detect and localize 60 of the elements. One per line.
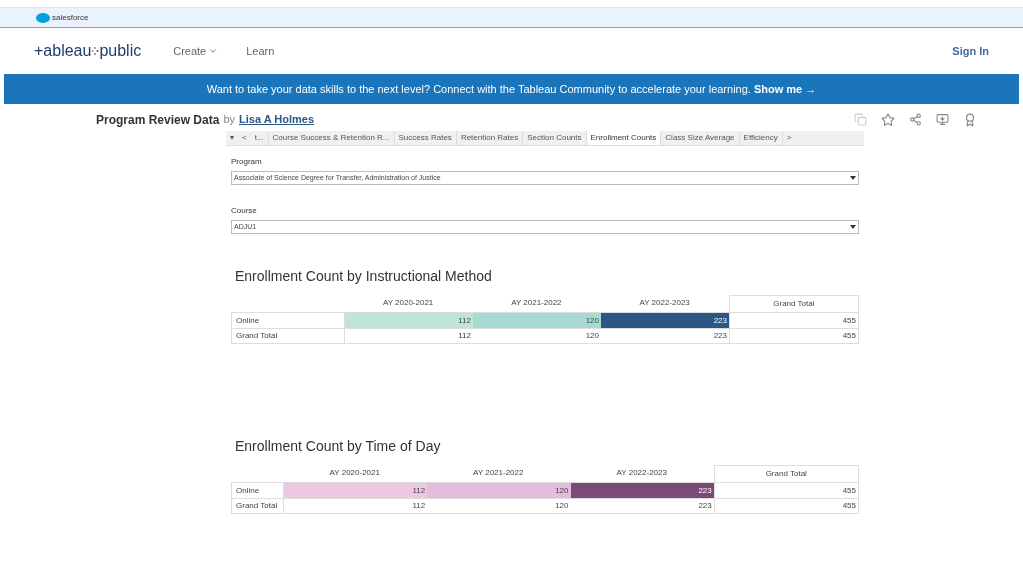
show-me-link[interactable]: Show me → [753,82,817,95]
column-header: AY 2020-2021 [381,297,435,309]
table-cell: 455 [729,313,858,328]
table-cell-text: 112 [457,330,472,342]
table-cell: 455 [713,499,858,513]
column-header: AY 2021-2022 [472,467,525,479]
award-icon[interactable] [963,112,977,127]
sheet-tab[interactable]: t... [250,131,269,145]
sheet-tab[interactable]: Class Size Average [661,131,740,145]
row-header: Grand Total [232,329,345,343]
table-cell-text: 112 [411,500,427,512]
tab-scroll-control[interactable]: < [238,131,251,145]
tab-scroll-control[interactable]: ▾ [226,131,238,145]
chevron-down-icon [208,46,219,56]
column-header: Grand Total [713,465,859,482]
share-icon[interactable] [909,112,922,126]
table-cell: 223 [570,483,714,498]
filter-label: Program [231,156,263,168]
table-cell-text: 120 [584,330,600,342]
site-logo[interactable]: +ableau public [34,39,142,63]
table-cell-text: 223 [697,500,713,512]
table-cell: 455 [729,329,858,343]
table-cell: 120 [473,313,601,328]
filter-label: Course [231,205,258,217]
table-cell: 120 [427,483,571,498]
sparkle-icon [91,46,100,56]
column-header: AY 2020-2021 [328,467,381,479]
sign-in-link[interactable]: Sign In [952,42,989,60]
by-text: by [223,112,235,128]
table-title: Enrollment Count by Instructional Method [234,267,493,286]
dropdown-arrow-icon [850,225,856,229]
tab-scroll-control[interactable]: > [782,131,796,145]
table-cell: 112 [284,483,428,498]
row-header: Grand Total [232,499,284,513]
banner-text: Want to take your data skills to the next level? Connect with the Tableau Community to accelerate your learning. Show me → [206,81,817,97]
sheet-tab[interactable]: Success Rates [394,131,457,145]
nav-link[interactable]: Learn [246,42,275,60]
table-cell-text: 223 [712,330,728,342]
sheet-tab[interactable]: Enrollment Counts [586,131,662,145]
star-icon[interactable] [881,112,895,127]
dropdown-arrow-icon [850,176,856,180]
sheet-tab[interactable]: Course Success & Retention R... [268,131,395,145]
column-header: Grand Total [728,295,859,312]
cloud-logo-icon [36,12,50,23]
nav-link[interactable]: Create [173,42,219,60]
table-cell: 112 [345,313,473,328]
brand-name: salesforce [52,11,89,24]
viz-title: Program Review Data [96,111,220,129]
author-link[interactable]: Lisa A Holmes [239,111,314,128]
table-cell-text: 120 [554,500,570,512]
sheet-tab[interactable]: Efficiency [739,131,783,145]
column-header: AY 2022-2023 [638,297,691,309]
table-title: Enrollment Count by Time of Day [234,437,442,456]
sheet-tab[interactable]: Section Counts [523,131,587,145]
sheet-tab[interactable]: Retention Rates [456,131,524,145]
column-header: AY 2021-2022 [510,297,563,309]
table-cell: 455 [713,483,858,498]
table-cell: 223 [601,313,729,328]
download-icon[interactable] [936,112,949,126]
column-header: AY 2022-2023 [615,467,668,479]
